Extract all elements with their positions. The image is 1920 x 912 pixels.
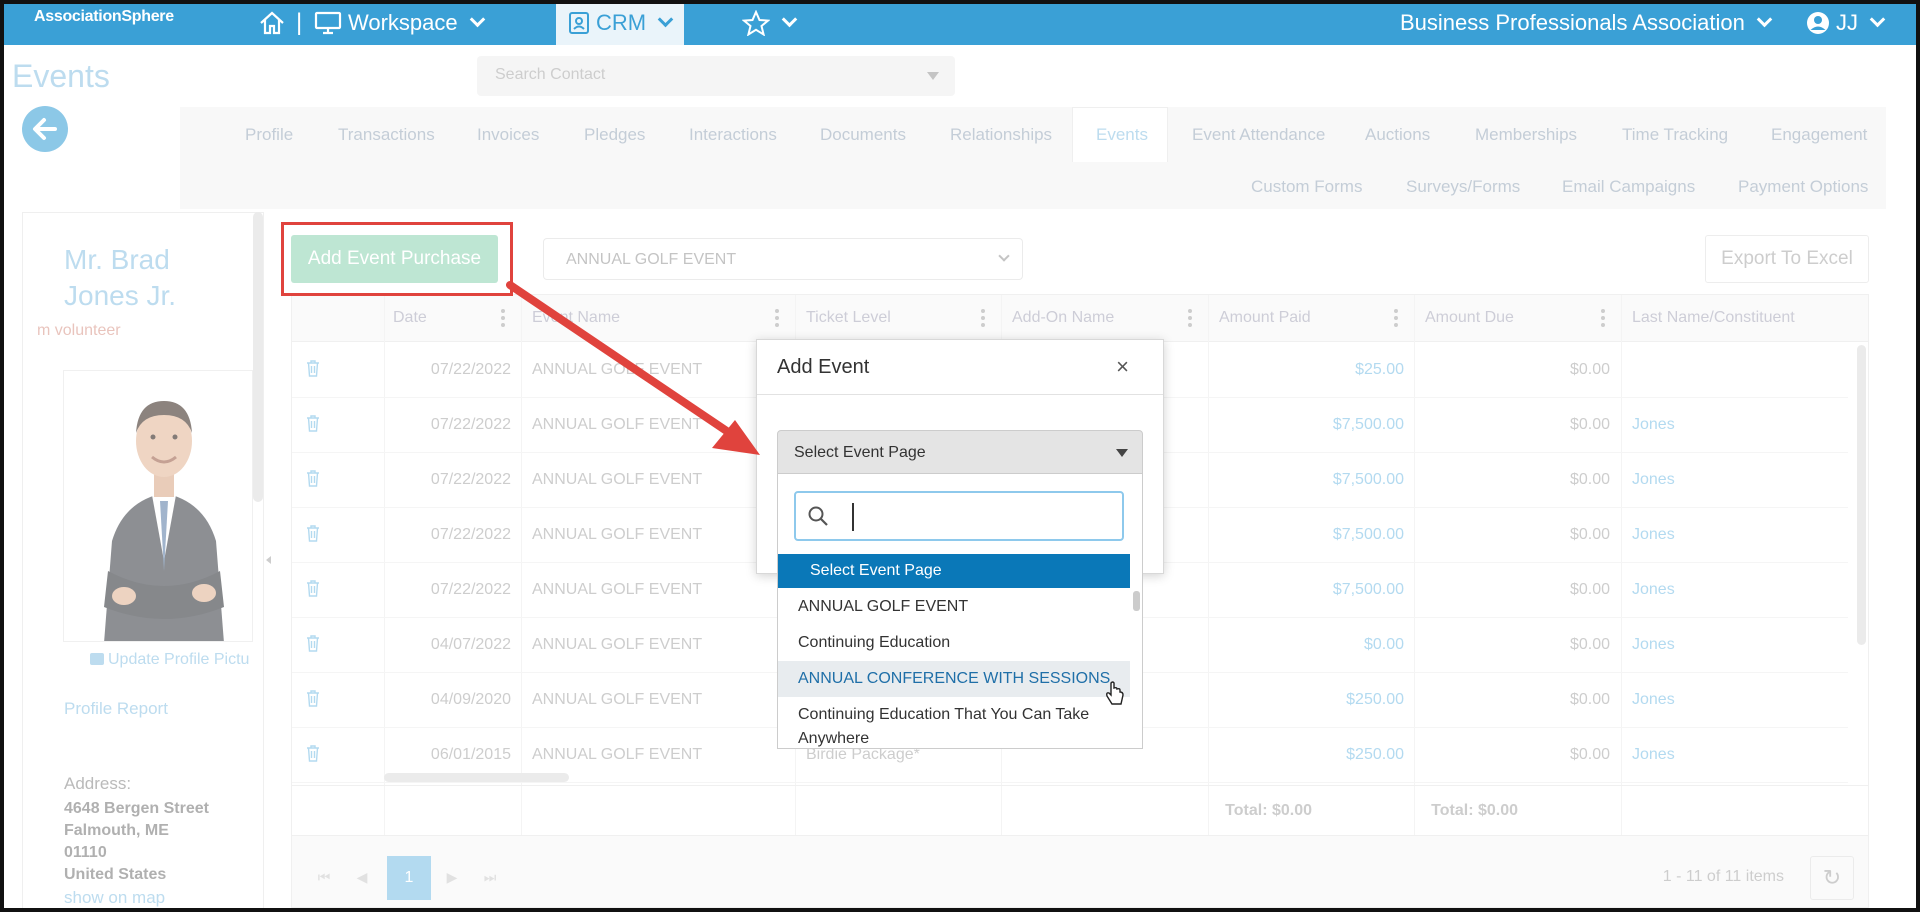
- annotation-arrow: [506, 281, 760, 455]
- highlight-box: [281, 222, 513, 296]
